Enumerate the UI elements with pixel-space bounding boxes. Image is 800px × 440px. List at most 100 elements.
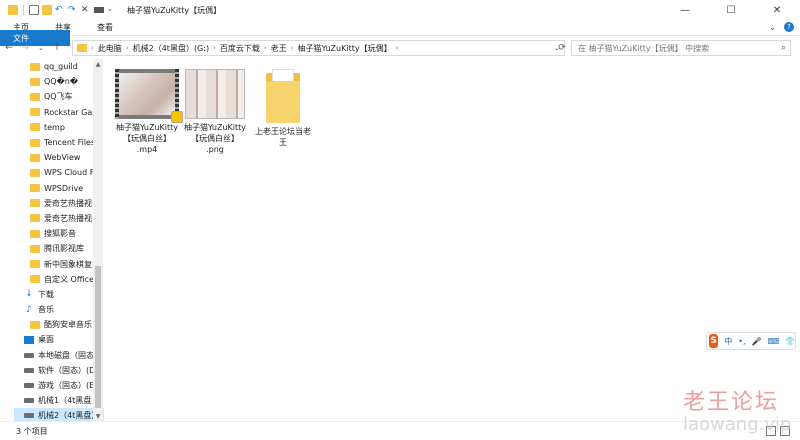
folder-icon (8, 5, 18, 15)
sidebar-item-label: 新中国象棋复盘 (44, 259, 100, 269)
sidebar-item[interactable]: 游戏（固态）(E (14, 378, 104, 393)
recent-locations-button[interactable]: ⌄ (34, 41, 48, 55)
scroll-down-arrow[interactable]: ▼ (93, 411, 103, 421)
close-button[interactable]: ✕ (754, 0, 800, 20)
sidebar-item[interactable]: QQ�n� (14, 74, 104, 89)
sidebar-item-label: QQ�n� (44, 77, 79, 87)
breadcrumb-current[interactable]: 柚子猫YuZuKitty【玩偶】 (298, 43, 392, 54)
chevron-right-icon[interactable]: › (91, 44, 94, 52)
tab-view[interactable]: 查看 (84, 20, 126, 36)
back-button[interactable]: ← (2, 41, 16, 55)
sidebar-item-label: 下载 (38, 289, 54, 299)
file-item-video[interactable]: 柚子猫YuZuKitty 【玩偶白丝】 .mp4 (112, 69, 183, 155)
forward-button[interactable]: → (18, 41, 32, 55)
folder-icon (30, 260, 40, 269)
undo-icon[interactable]: ↶ (55, 5, 65, 15)
chevron-right-icon[interactable]: › (126, 44, 129, 52)
sidebar-item[interactable]: QQ飞车 (14, 89, 104, 104)
sidebar-item[interactable]: 自定义 Office (14, 272, 104, 287)
quick-access-toolbar: ↶ ↷ ✕ ⌄ (0, 5, 117, 15)
sidebar-item-label: QQ飞车 (44, 92, 73, 102)
search-icon[interactable]: ⌕ (781, 43, 786, 53)
folder-icon (30, 320, 40, 329)
sidebar-item-label: 爱奇艺热播视 (44, 213, 92, 223)
properties-icon[interactable] (29, 5, 39, 15)
scroll-up-arrow[interactable]: ▲ (93, 59, 103, 69)
sidebar-item-label: 机械2（4t黑盘） (38, 411, 100, 421)
chevron-right-icon[interactable]: › (291, 44, 294, 52)
breadcrumb-baidu[interactable]: 百度云下载 (220, 43, 260, 54)
sidebar-item[interactable]: 搜狐影音 (14, 226, 104, 241)
sidebar-item[interactable]: 机械2（4t黑盘） (14, 408, 104, 421)
skin-icon[interactable]: 👕 (785, 337, 795, 346)
keyboard-icon[interactable]: ⌨ (767, 337, 779, 346)
up-button[interactable]: ↑ (50, 41, 64, 55)
folder-icon (30, 77, 40, 86)
sidebar-item[interactable]: 机械1（4t黑盘 (14, 393, 104, 408)
breadcrumb-this-pc[interactable]: 此电脑 (98, 43, 122, 54)
video-thumbnail (115, 69, 183, 123)
sidebar-item[interactable]: WPS Cloud Fi (14, 165, 104, 180)
sidebar-item[interactable]: Tencent Files (14, 135, 104, 150)
sidebar-item[interactable]: 本地磁盘（固态 (14, 348, 104, 363)
help-icon[interactable]: ? (784, 22, 794, 32)
sidebar-item[interactable]: WPSDrive (14, 181, 104, 196)
file-item-folder[interactable]: 上老王论坛当老 王 (248, 69, 318, 148)
sidebar-item[interactable]: Rockstar Gam (14, 105, 104, 120)
minimize-button[interactable]: — (662, 0, 708, 20)
customize-toolbar-icon[interactable]: ⌄ (107, 5, 117, 15)
refresh-button[interactable]: ⟳ (554, 40, 570, 56)
new-folder-icon[interactable] (42, 5, 52, 15)
address-bar[interactable]: › 此电脑 › 机械2（4t黑盘）(G:) › 百度云下载 › 老王 › 柚子猫… (72, 40, 565, 56)
sidebar-item[interactable]: ↓ 下载 (14, 287, 104, 302)
scrollbar-thumb[interactable] (95, 266, 101, 408)
sidebar-item[interactable]: temp (14, 120, 104, 135)
chevron-right-icon[interactable]: › (264, 44, 267, 52)
watermark-text: 老王论坛 (683, 390, 780, 415)
sidebar-item[interactable]: ♪ 音乐 (14, 302, 104, 317)
navigation-bar: ← → ⌄ ↑ › 此电脑 › 机械2（4t黑盘）(G:) › 百度云下载 › … (0, 37, 800, 59)
folder-icon (30, 229, 40, 238)
folder-icon (30, 123, 40, 132)
folder-icon (30, 244, 40, 253)
file-item-image[interactable]: 柚子猫YuZuKitty 【玩偶白丝】 .png (180, 69, 250, 155)
maximize-button[interactable]: ☐ (708, 0, 754, 20)
sidebar-item-label: 桌面 (38, 335, 54, 345)
sidebar-item-label: 搜狐影音 (44, 229, 76, 239)
sidebar-item[interactable]: 酷狗安卓音乐 (14, 317, 104, 332)
folder-icon (30, 168, 40, 177)
delete-icon[interactable]: ✕ (81, 5, 91, 15)
punctuation-toggle[interactable]: •, (738, 337, 745, 346)
file-name: 柚子猫YuZuKitty 【玩偶白丝】 .png (180, 122, 250, 155)
search-placeholder: 在 柚子猫YuZuKitty【玩偶】 中搜索 (578, 43, 710, 53)
sidebar-item[interactable]: 软件（固态）(D (14, 363, 104, 378)
sidebar-item[interactable]: 爱奇艺热播视 (14, 196, 104, 211)
expand-ribbon-icon[interactable]: ⌄ (769, 23, 776, 32)
rename-icon[interactable] (94, 7, 104, 13)
sidebar-item[interactable]: 桌面 (14, 332, 104, 347)
sidebar-item-label: 机械1（4t黑盘 (38, 396, 92, 406)
ime-language-toggle[interactable]: 中 (724, 336, 732, 347)
file-list: 柚子猫YuZuKitty 【玩偶白丝】 .mp4 柚子猫YuZuKitty 【玩… (106, 59, 800, 421)
sidebar-item[interactable]: 新中国象棋复盘 (14, 256, 104, 271)
ribbon-right: ⌄ ? (769, 22, 794, 32)
sidebar-item-label: 软件（固态）(D (38, 365, 96, 375)
chevron-right-icon[interactable]: › (213, 44, 216, 52)
drive-icon (24, 413, 34, 419)
redo-icon[interactable]: ↷ (68, 5, 78, 15)
file-name-line: 【玩偶白丝】 (191, 134, 239, 143)
file-name-line: 柚子猫YuZuKitty (115, 123, 179, 132)
sidebar-item[interactable]: WebView (14, 150, 104, 165)
chevron-right-icon[interactable]: › (396, 44, 399, 52)
breadcrumb-laowang[interactable]: 老王 (271, 43, 287, 54)
sidebar-item[interactable]: 腾讯影视库 (14, 241, 104, 256)
folder-icon (30, 199, 40, 208)
sogou-logo-icon[interactable]: S (709, 334, 719, 348)
sidebar-item[interactable]: qq_guild (14, 59, 104, 74)
breadcrumb-drive[interactable]: 机械2（4t黑盘）(G:) (133, 43, 209, 54)
search-input[interactable]: 在 柚子猫YuZuKitty【玩偶】 中搜索 ⌕ (571, 40, 791, 56)
folder-icon (77, 44, 87, 52)
sidebar-item[interactable]: 爱奇艺热播视 (14, 211, 104, 226)
navigation-scrollbar[interactable]: ▲ ▼ (93, 59, 103, 421)
microphone-icon[interactable]: 🎤 (752, 337, 762, 346)
